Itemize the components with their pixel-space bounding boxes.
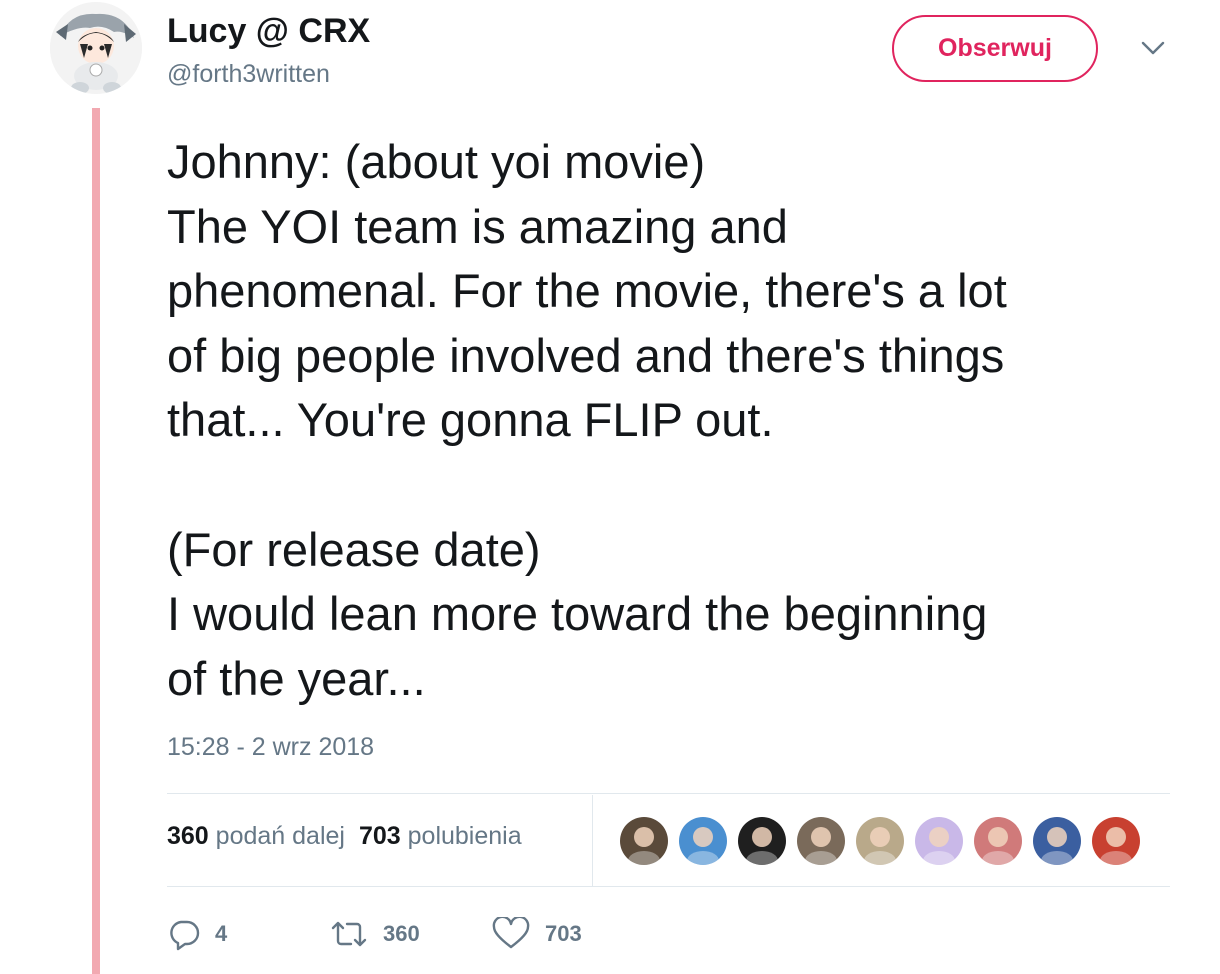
reply-icon (170, 920, 200, 951)
heart-icon (492, 917, 530, 949)
tweet-line: phenomenal. For the movie, there's a lot (167, 264, 1007, 318)
retweets-stat[interactable]: 360 podań dalej (167, 822, 345, 850)
liker-avatar[interactable] (1033, 817, 1081, 865)
liker-avatar[interactable] (620, 817, 668, 865)
thread-line (92, 108, 100, 974)
follow-button[interactable]: Obserwuj (892, 15, 1098, 82)
likes-stat[interactable]: 703 polubienia (359, 822, 522, 850)
author-handle[interactable]: @forth3written (167, 60, 330, 89)
reply-button[interactable]: 4 (167, 912, 227, 956)
liker-avatar[interactable] (679, 817, 727, 865)
like-count: 703 (545, 921, 582, 946)
retweets-count: 360 (167, 822, 209, 850)
liker-avatar[interactable] (797, 817, 845, 865)
tweet-line: Johnny: (about yoi movie) (167, 135, 706, 188)
tweet-line: The YOI team is amazing and (167, 199, 788, 253)
tweet-line: that... You're gonna FLIP out. (167, 393, 774, 447)
tweet-line: I would lean more toward the beginning (167, 587, 988, 641)
reply-count: 4 (215, 921, 228, 946)
tweet-line: of the year... (167, 651, 426, 705)
tweet-line: (For release date) (167, 522, 541, 576)
stats-divider (592, 795, 593, 886)
retweet-count: 360 (383, 921, 420, 946)
chevron-down-icon[interactable] (1140, 38, 1166, 58)
avatar-illustration-icon (50, 2, 142, 94)
likes-label: polubienia (407, 822, 522, 850)
author-avatar[interactable] (50, 2, 142, 94)
divider-bottom (167, 886, 1170, 887)
tweet-text: Johnny: (about yoi movie) The YOI team i… (167, 130, 1187, 711)
tweet-timestamp[interactable]: 15:28 - 2 wrz 2018 (167, 733, 374, 762)
tweet-line: of big people involved and there's thing… (167, 328, 1005, 382)
liker-avatar[interactable] (974, 817, 1022, 865)
liker-avatar[interactable] (915, 817, 963, 865)
tweet-stats: 360 podań dalej 703 polubienia (167, 822, 522, 851)
tweet-page: Lucy @ CRX @forth3written Obserwuj Johnn… (0, 0, 1220, 974)
author-name[interactable]: Lucy @ CRX (167, 12, 370, 51)
retweet-button[interactable]: 360 (329, 912, 420, 956)
retweets-label: podań dalej (215, 822, 345, 850)
divider-top (167, 793, 1170, 794)
like-button[interactable]: 703 (491, 912, 582, 956)
liker-avatar[interactable] (1092, 817, 1140, 865)
retweet-icon (331, 921, 367, 947)
likes-count: 703 (358, 822, 401, 850)
liker-avatar[interactable] (738, 817, 786, 865)
liker-avatar[interactable] (856, 817, 904, 865)
